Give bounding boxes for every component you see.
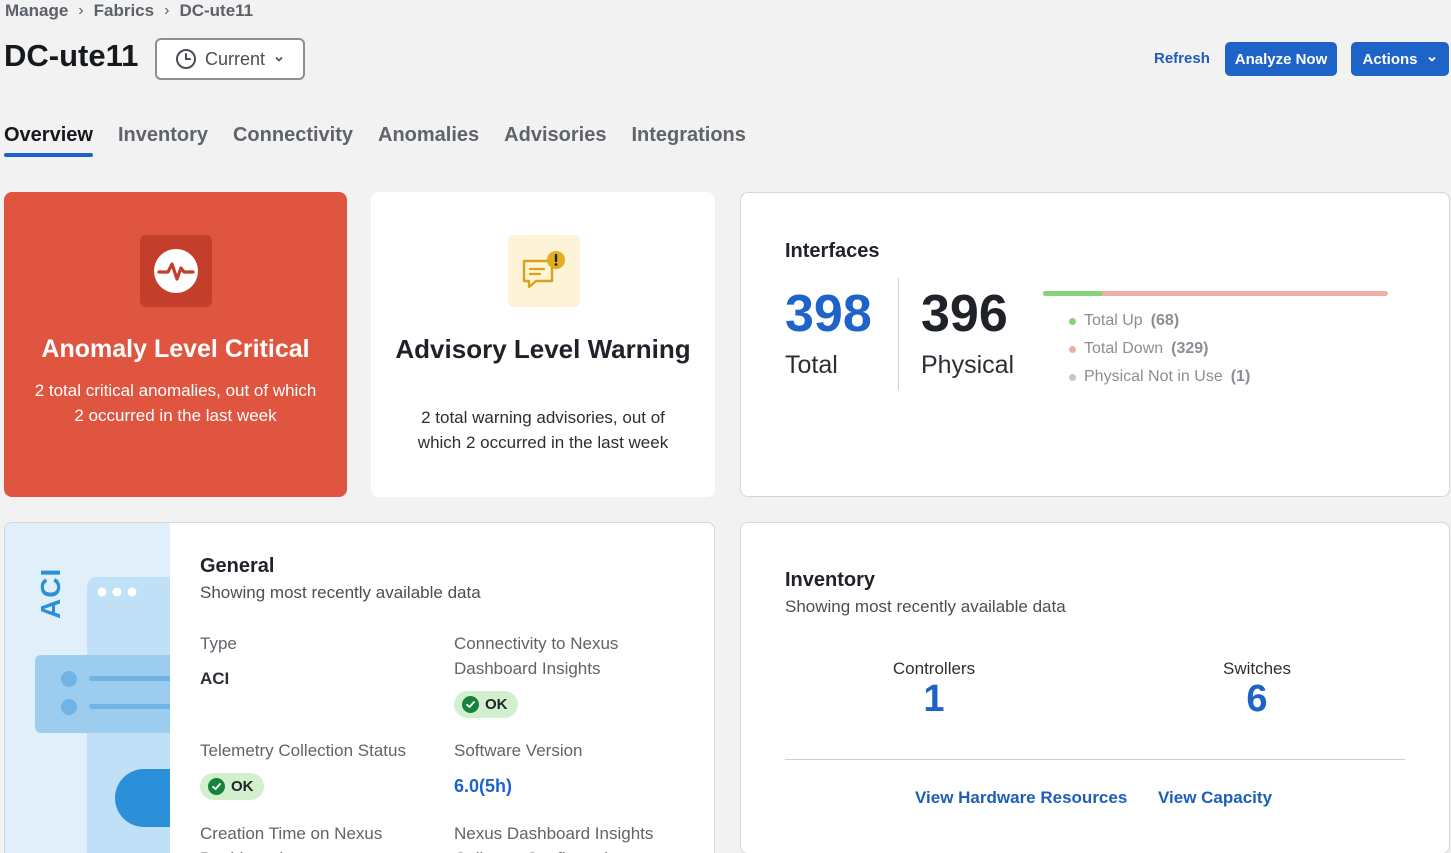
status-dot — [1069, 373, 1076, 381]
breadcrumb: Manage › Fabrics › DC-ute11 — [5, 1, 253, 21]
connectivity-status-badge: OK — [454, 691, 518, 718]
divider — [898, 278, 899, 390]
software-version-label: Software Version — [454, 741, 583, 760]
inventory-card: Inventory Showing most recently availabl… — [740, 522, 1450, 853]
legend-item-not-in-use: Physical Not in Use (1) — [1069, 363, 1250, 391]
general-card: ACI General Showing most recently availa… — [4, 522, 715, 853]
check-circle-icon — [462, 696, 479, 713]
anomaly-icon-box — [140, 235, 212, 307]
page-title: DC-ute11 — [4, 38, 139, 73]
software-version-value: 6.0(5h) — [454, 776, 513, 796]
inventory-subtitle: Showing most recently available data — [785, 597, 1066, 616]
breadcrumb-current: DC-ute11 — [179, 1, 254, 20]
tab-advisories[interactable]: Advisories — [504, 124, 606, 157]
breadcrumb-manage[interactable]: Manage — [5, 1, 68, 21]
collector-configuration-label: Nexus Dashboard Insights Collector Confi… — [454, 824, 654, 853]
anomaly-level-title: Anomaly Level Critical — [41, 335, 310, 363]
chevron-right-icon: › — [164, 2, 170, 19]
connectivity-status-text: OK — [485, 696, 508, 713]
interfaces-total-value[interactable]: 398 — [785, 286, 872, 342]
pulse-icon — [154, 249, 198, 293]
legend-label: Total Up — [1084, 312, 1143, 329]
clock-icon — [176, 49, 196, 69]
legend-item-total-down: Total Down (329) — [1069, 335, 1250, 363]
inventory-title: Inventory — [785, 569, 876, 591]
interfaces-up-segment — [1043, 291, 1102, 296]
fabric-overview-page: Manage › Fabrics › DC-ute11 DC-ute11 Cur… — [0, 0, 1451, 853]
tab-overview[interactable]: Overview — [4, 124, 93, 157]
status-dot — [1069, 345, 1076, 353]
chevron-down-icon — [275, 56, 283, 62]
general-subtitle: Showing most recently available data — [200, 583, 481, 602]
tab-connectivity[interactable]: Connectivity — [233, 124, 353, 157]
advisory-icon-box — [508, 235, 580, 307]
interfaces-physical-label: Physical — [921, 351, 1015, 379]
analyze-now-button[interactable]: Analyze Now — [1225, 42, 1337, 76]
actions-button[interactable]: Actions — [1351, 42, 1449, 76]
view-hardware-resources-link[interactable]: View Hardware Resources — [915, 788, 1127, 808]
chat-alert-icon — [522, 251, 565, 289]
legend-item-total-up: Total Up (68) — [1069, 307, 1250, 335]
interfaces-physical-value: 396 — [921, 285, 1008, 343]
view-capacity-link[interactable]: View Capacity — [1158, 788, 1272, 808]
telemetry-label: Telemetry Collection Status — [200, 741, 406, 760]
tab-integrations[interactable]: Integrations — [631, 124, 745, 157]
advisory-level-title: Advisory Level Warning — [395, 334, 691, 364]
breadcrumb-fabrics[interactable]: Fabrics — [94, 1, 154, 21]
time-selector-label: Current — [205, 48, 266, 69]
type-label: Type — [200, 634, 237, 653]
legend-count: (1) — [1230, 368, 1251, 385]
advisory-level-card[interactable]: Advisory Level Warning 2 total warning a… — [371, 192, 715, 497]
interfaces-total-label: Total — [785, 351, 838, 379]
telemetry-status-badge: OK — [200, 773, 264, 800]
switches-value[interactable]: 6 — [1177, 679, 1337, 719]
check-circle-icon — [208, 778, 225, 795]
tab-bar: Overview Inventory Connectivity Anomalie… — [4, 124, 746, 157]
aci-artwork — [35, 577, 205, 853]
interfaces-title: Interfaces — [785, 240, 880, 262]
legend-count: (68) — [1150, 312, 1180, 329]
divider — [785, 759, 1405, 760]
type-value: ACI — [200, 669, 230, 688]
switches-stat: Switches 6 — [1177, 659, 1337, 719]
actions-label: Actions — [1362, 50, 1418, 68]
refresh-button[interactable]: Refresh — [1154, 50, 1210, 67]
legend-label: Physical Not in Use — [1084, 368, 1223, 385]
tab-inventory[interactable]: Inventory — [118, 124, 208, 157]
aci-art-label: ACI — [35, 567, 66, 619]
chevron-right-icon: › — [78, 2, 84, 19]
analyze-now-label: Analyze Now — [1234, 50, 1328, 68]
controllers-label: Controllers — [892, 659, 976, 678]
interfaces-card: Interfaces 398 Total 396 Physical Total … — [740, 192, 1450, 497]
general-title: General — [200, 555, 275, 577]
controllers-value[interactable]: 1 — [854, 679, 1014, 719]
interfaces-legend: Total Up (68) Total Down (329) Physical … — [1069, 307, 1250, 391]
chevron-down-icon — [1427, 56, 1436, 62]
status-dot — [1069, 317, 1076, 325]
anomaly-level-card[interactable]: Anomaly Level Critical 2 total critical … — [4, 192, 347, 497]
time-selector-dropdown[interactable]: Current — [155, 38, 305, 80]
switches-label: Switches — [1222, 659, 1292, 678]
tab-anomalies[interactable]: Anomalies — [378, 124, 479, 157]
advisory-level-description: 2 total warning advisories, out of which… — [417, 408, 669, 452]
telemetry-status-text: OK — [231, 778, 254, 795]
connectivity-label: Connectivity to Nexus Dashboard Insights — [454, 634, 619, 678]
legend-count: (329) — [1171, 340, 1209, 357]
controllers-stat: Controllers 1 — [854, 659, 1014, 719]
legend-label: Total Down — [1084, 340, 1164, 357]
anomaly-level-description: 2 total critical anomalies, out of which… — [34, 381, 317, 425]
creation-time-label: Creation Time on Nexus Dashboard — [200, 824, 383, 853]
aci-illustration: ACI — [5, 523, 205, 853]
interfaces-status-bar — [1043, 291, 1388, 296]
